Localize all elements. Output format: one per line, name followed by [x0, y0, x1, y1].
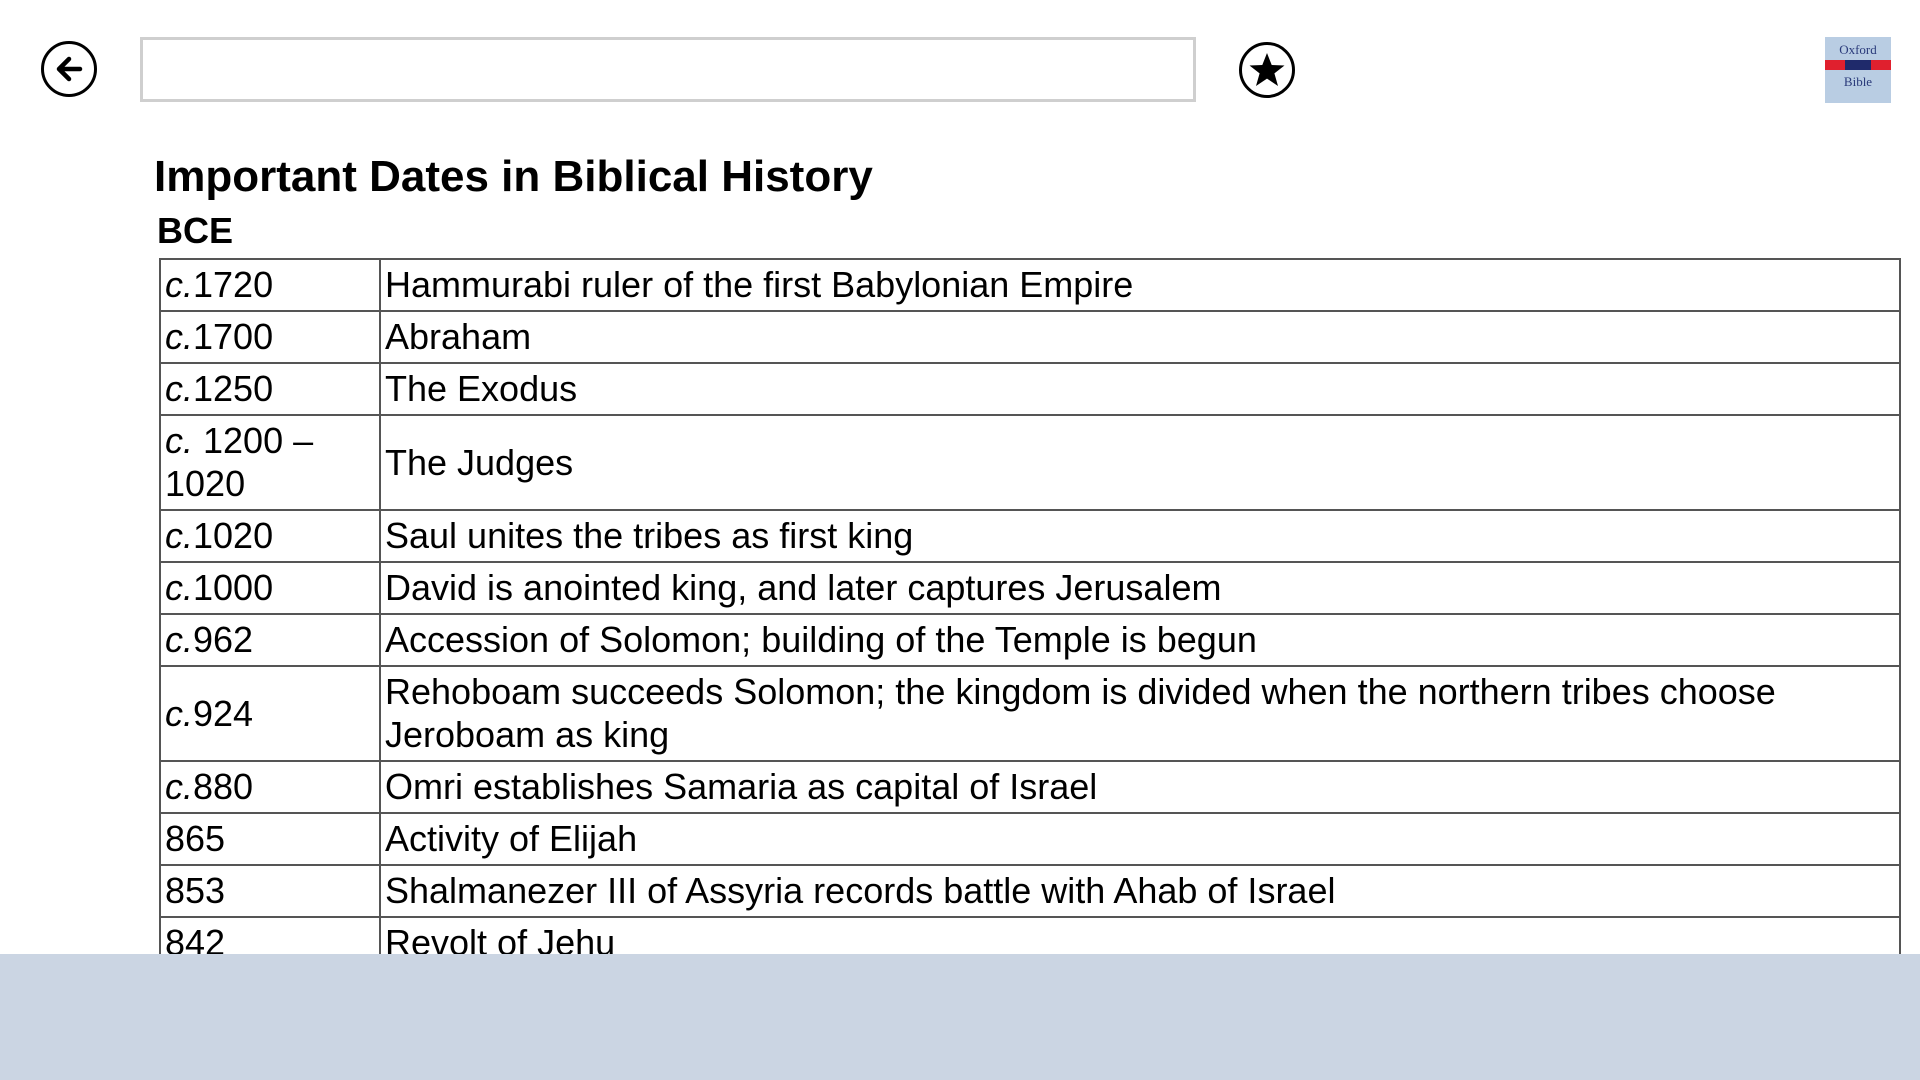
logo-text-oxford: Oxford	[1839, 42, 1877, 57]
table-row: c.1250 The Exodus	[159, 362, 1901, 416]
date-cell: 865	[159, 812, 381, 866]
date-cell: c.962	[159, 613, 381, 667]
date-cell: c.1700	[159, 310, 381, 364]
date-value: 1020	[193, 515, 274, 556]
search-input[interactable]	[140, 37, 1196, 102]
article-content: Important Dates in Biblical History BCE …	[0, 130, 1920, 954]
oxford-bible-logo[interactable]: Oxford Bible	[1825, 37, 1891, 103]
table-row: c.1020 Saul unites the tribes as first ki…	[159, 509, 1901, 563]
back-button[interactable]	[41, 41, 97, 97]
table-row: c.880 Omri establishes Samaria as capital…	[159, 760, 1901, 814]
event-cell: David is anointed king, and later captur…	[379, 561, 1901, 615]
event-cell: Revolt of Jehu	[379, 916, 1901, 954]
date-value: 842	[165, 922, 226, 954]
event-cell: Hammurabi ruler of the first Babylonian …	[379, 258, 1901, 312]
date-value: 962	[193, 619, 254, 660]
circa-prefix: c.	[165, 619, 194, 660]
circa-prefix: c.	[165, 692, 194, 734]
circa-prefix: c.	[165, 368, 194, 409]
date-cell: c.1720	[159, 258, 381, 312]
date-value: 1000	[193, 567, 274, 608]
table-row: c.1000 David is anointed king, and later …	[159, 561, 1901, 615]
table-row: 853 Shalmanezer III of Assyria records ba…	[159, 864, 1901, 918]
event-cell: Abraham	[379, 310, 1901, 364]
event-cell: Rehoboam succeeds Solomon; the kingdom i…	[379, 665, 1901, 762]
favorite-button[interactable]	[1239, 42, 1295, 98]
dates-table: c.1720 Hammurabi ruler of the first Babyl…	[159, 258, 1901, 954]
era-heading: BCE	[157, 210, 234, 251]
date-value: 1720	[193, 264, 274, 305]
date-cell: c.1000	[159, 561, 381, 615]
event-cell: The Judges	[379, 414, 1901, 511]
event-cell: Accession of Solomon; building of the Te…	[379, 613, 1901, 667]
circa-prefix: c.	[165, 515, 194, 556]
app-toolbar: Oxford Bible	[0, 0, 1920, 130]
date-cell: c.1020	[159, 509, 381, 563]
event-cell: Activity of Elijah	[379, 812, 1901, 866]
circa-prefix: c.	[165, 567, 194, 608]
event-cell: Omri establishes Samaria as capital of I…	[379, 760, 1901, 814]
logo-text-bible: Bible	[1843, 74, 1873, 89]
table-row: c.962 Accession of Solomon; building of t…	[159, 613, 1901, 667]
table-row: c.1720 Hammurabi ruler of the first Babyl…	[159, 258, 1901, 312]
circa-prefix: c.	[165, 264, 194, 305]
circa-prefix: c.	[165, 316, 194, 357]
date-value: 1700	[193, 316, 274, 357]
table-row: c.1700 Abraham	[159, 310, 1901, 364]
date-value: 924	[193, 692, 254, 734]
table-row: 865 Activity of Elijah	[159, 812, 1901, 866]
date-cell: c.1250	[159, 362, 381, 416]
table-row: c.924 Rehoboam succeeds Solomon; the king…	[159, 665, 1901, 762]
table-row: 842 Revolt of Jehu	[159, 916, 1901, 954]
date-cell: c.924	[159, 665, 381, 762]
date-value: 853	[165, 870, 226, 911]
circa-prefix: c.	[165, 766, 194, 807]
event-cell: Shalmanezer III of Assyria records battl…	[379, 864, 1901, 918]
date-cell: 853	[159, 864, 381, 918]
logo-band	[1825, 60, 1891, 70]
table-row: c. 1200 –1020 The Judges	[159, 414, 1901, 511]
bottom-app-bar	[0, 954, 1920, 1080]
date-value: 865	[165, 818, 226, 859]
star-icon	[1249, 53, 1285, 86]
date-value: 1250	[193, 368, 274, 409]
event-cell: The Exodus	[379, 362, 1901, 416]
back-arrow-icon	[56, 56, 83, 82]
date-cell: c.880	[159, 760, 381, 814]
date-cell: c. 1200 –1020	[159, 414, 381, 511]
page-title: Important Dates in Biblical History	[154, 152, 873, 201]
event-cell: Saul unites the tribes as first king	[379, 509, 1901, 563]
date-value: 880	[193, 766, 254, 807]
circa-prefix: c.	[165, 420, 194, 461]
date-cell: 842	[159, 916, 381, 954]
